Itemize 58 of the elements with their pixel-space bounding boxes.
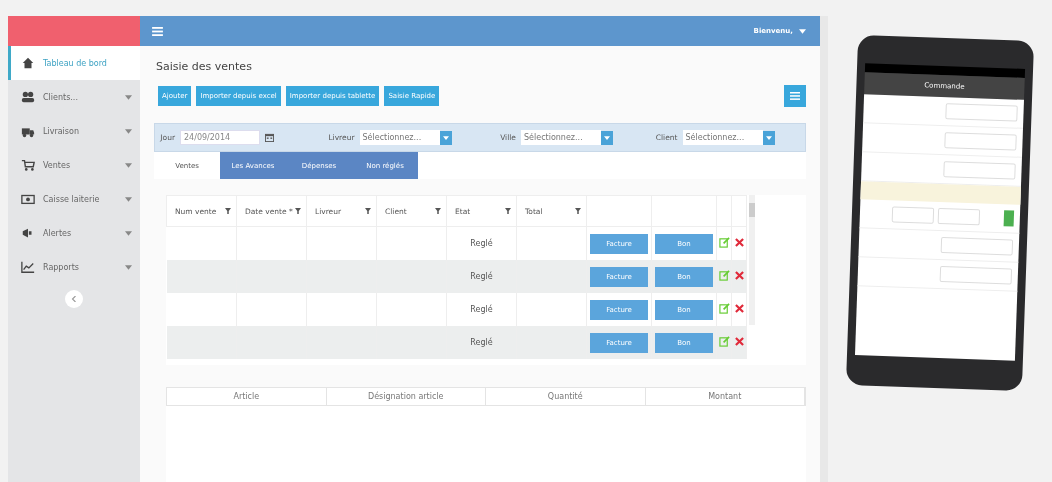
home-icon (21, 56, 35, 70)
page-title: Saisie des ventes (156, 60, 253, 73)
scrollbar[interactable] (749, 195, 755, 325)
input-field[interactable] (940, 237, 1014, 256)
list-icon (790, 92, 800, 100)
sidebar-item[interactable]: Tableau de bord (8, 46, 140, 80)
users-icon (21, 90, 35, 104)
edit-icon[interactable] (718, 237, 730, 248)
filter-icon[interactable] (575, 208, 581, 214)
sidebar-item-label: Ventes (43, 160, 72, 170)
date-field[interactable]: 24/09/2014 (180, 130, 260, 145)
column-header: Article (167, 388, 327, 405)
megaphone-icon (21, 226, 35, 240)
select-field[interactable] (937, 207, 981, 226)
line-chart-icon (21, 260, 35, 274)
caret-icon (604, 135, 610, 140)
caret-icon (765, 135, 772, 140)
sidebar-item-label: Alertes (43, 228, 73, 238)
cart-icon (21, 158, 35, 172)
table-cell: Reglé (446, 260, 517, 293)
edit-icon[interactable] (718, 270, 730, 281)
filter-icon[interactable] (225, 208, 231, 214)
column-header: Désignation article (326, 388, 486, 405)
collapse-button[interactable] (65, 290, 83, 308)
table-cell: Reglé (446, 326, 517, 359)
filter-icon[interactable] (295, 208, 301, 214)
caret-icon (442, 135, 449, 140)
add-button[interactable] (1003, 210, 1015, 227)
sidebar-item[interactable]: Clients... (8, 80, 140, 114)
edit-icon[interactable] (718, 336, 730, 347)
delete-icon[interactable] (734, 271, 744, 280)
chevron-left-icon (71, 296, 77, 302)
column-header: Quantité (486, 388, 646, 405)
sidebar-item-label: Caisse laiterie (43, 194, 101, 204)
filter-icon[interactable] (505, 208, 511, 214)
filter-icon[interactable] (365, 208, 371, 214)
delete-icon[interactable] (734, 337, 744, 346)
sidebar-item[interactable]: Caisse laiterie (8, 182, 140, 216)
calendar-icon[interactable] (265, 133, 274, 142)
edit-icon[interactable] (718, 303, 730, 314)
banknote-icon (21, 192, 35, 206)
delete-icon[interactable] (734, 238, 744, 247)
sidebar-item-label: Livraison (43, 126, 80, 136)
column-header: Montant (645, 388, 805, 405)
scrollbar[interactable] (820, 16, 828, 482)
sidebar-item[interactable]: Alertes (8, 216, 140, 250)
input-field[interactable] (939, 266, 1013, 285)
sidebar-item[interactable]: Rapports (8, 250, 140, 284)
sidebar-item[interactable]: Ventes (8, 148, 140, 182)
filter-icon[interactable] (435, 208, 441, 214)
delete-icon[interactable] (734, 304, 744, 313)
menu-icon[interactable] (152, 26, 163, 36)
list-menu-button[interactable] (784, 85, 806, 107)
sidebar-item-label: Tableau de bord (43, 58, 108, 68)
sidebar-item[interactable]: Livraison (8, 114, 140, 148)
sidebar-item-label: Clients... (43, 92, 79, 102)
caret-icon (799, 28, 806, 34)
sidebar-item-label: Rapports (43, 262, 80, 272)
